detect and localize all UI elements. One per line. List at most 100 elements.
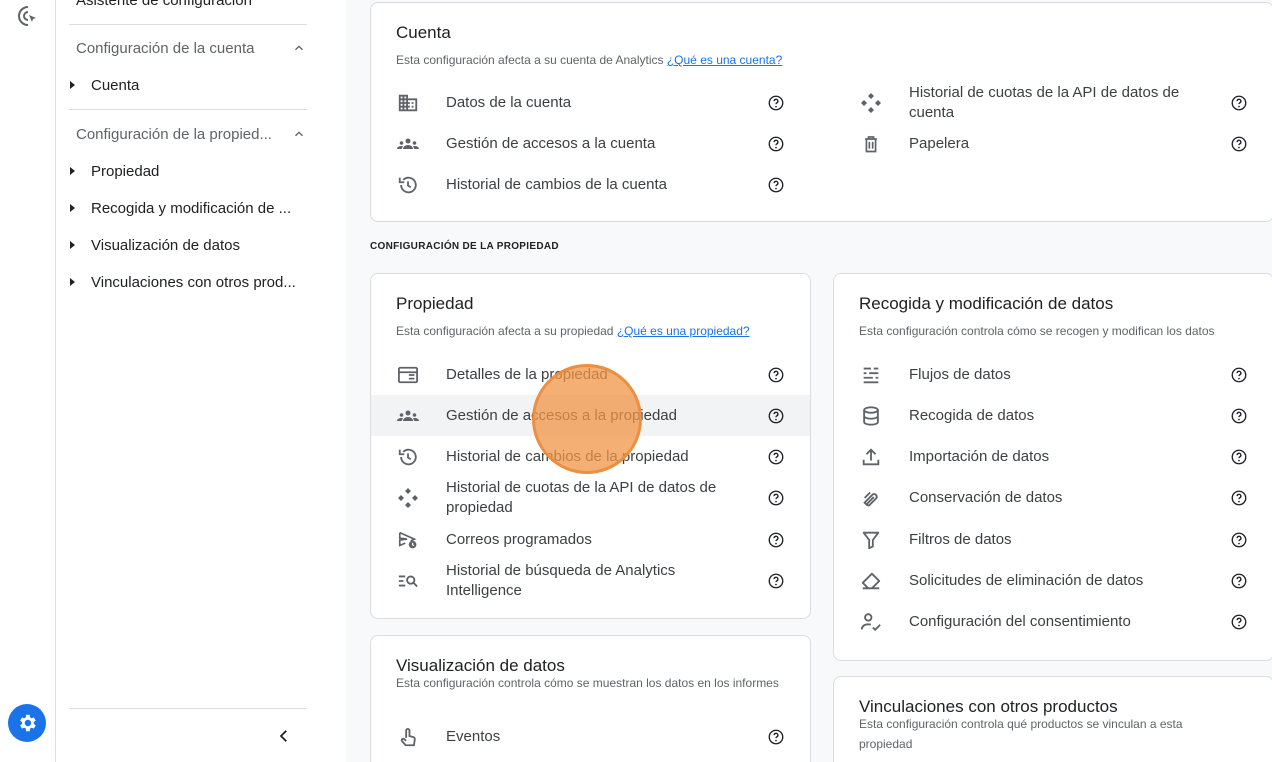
- history-icon: [396, 445, 420, 469]
- trash-icon: [859, 132, 883, 156]
- property-details-row[interactable]: Detalles de la propiedad: [371, 354, 810, 395]
- row-label: Historial de cuotas de la API de datos d…: [446, 479, 717, 516]
- row-label: Historial de cambios de la propiedad: [446, 448, 689, 465]
- sidebar-item-setup-assistant[interactable]: Asistente de configuración: [76, 0, 252, 9]
- database-icon: [859, 404, 883, 428]
- intelligence-search-history-row[interactable]: Historial de búsqueda de Analytics Intel…: [371, 560, 810, 601]
- caret-right-icon: [70, 204, 75, 212]
- data-deletion-requests-row[interactable]: Solicitudes de eliminación de datos: [834, 560, 1264, 601]
- sidebar-section-property[interactable]: Configuración de la propied...: [76, 124, 306, 144]
- help-circle-icon[interactable]: [767, 176, 785, 194]
- card-title: Cuenta: [396, 23, 451, 42]
- data-streams-row[interactable]: Flujos de datos: [834, 354, 1264, 395]
- row-label: Recogida de datos: [909, 407, 1035, 424]
- row-label: Historial de cuotas de la API de datos d…: [909, 84, 1180, 121]
- account-access-management-row[interactable]: Gestión de accesos a la cuenta: [371, 123, 801, 164]
- consent-settings-row[interactable]: Configuración del consentimiento: [834, 601, 1264, 642]
- chevron-left-icon[interactable]: [272, 724, 296, 748]
- divider: [69, 109, 307, 110]
- data-retention-row[interactable]: Conservación de datos: [834, 477, 1264, 518]
- data-streams-icon: [859, 363, 883, 387]
- help-circle-icon[interactable]: [767, 135, 785, 153]
- row-label: Conservación de datos: [909, 489, 1063, 506]
- retention-icon: [859, 486, 883, 510]
- account-change-history-row[interactable]: Historial de cambios de la cuenta: [371, 164, 801, 205]
- card-description: Esta configuración controla cómo se mues…: [396, 676, 779, 690]
- api-diamond-icon: [396, 486, 420, 510]
- help-circle-icon[interactable]: [1230, 572, 1248, 590]
- sidebar-item-product-links[interactable]: Vinculaciones con otros prod...: [68, 272, 338, 292]
- row-label: Eventos: [446, 728, 501, 745]
- card-description: Esta configuración controla cómo se reco…: [859, 324, 1215, 338]
- data-filters-row[interactable]: Filtros de datos: [834, 519, 1264, 560]
- sidebar-item-data-display[interactable]: Visualización de datos: [68, 235, 338, 255]
- building-icon: [396, 91, 420, 115]
- row-label: Configuración del consentimiento: [909, 613, 1131, 630]
- row-label: Importación de datos: [909, 448, 1050, 465]
- help-circle-icon[interactable]: [767, 489, 785, 507]
- row-label: Solicitudes de eliminación de datos: [909, 572, 1144, 589]
- filter-icon: [859, 528, 883, 552]
- data-import-row[interactable]: Importación de datos: [834, 436, 1264, 477]
- what-is-account-link[interactable]: ¿Qué es una cuenta?: [667, 53, 782, 67]
- chevron-up-icon: [295, 131, 303, 137]
- gear-icon[interactable]: [8, 704, 46, 742]
- row-label: Flujos de datos: [909, 366, 1011, 383]
- help-circle-icon[interactable]: [767, 572, 785, 590]
- analytics-logo-icon[interactable]: [16, 4, 40, 28]
- scheduled-send-icon: [396, 528, 420, 552]
- help-circle-icon[interactable]: [767, 366, 785, 384]
- sidebar-item-label: Propiedad: [91, 162, 160, 180]
- help-circle-icon[interactable]: [1230, 448, 1248, 466]
- help-circle-icon[interactable]: [1230, 613, 1248, 631]
- sidebar: Asistente de configuración Configuración…: [56, 0, 346, 762]
- help-circle-icon[interactable]: [767, 407, 785, 425]
- help-circle-icon[interactable]: [767, 728, 785, 746]
- scheduled-emails-row[interactable]: Correos programados: [371, 519, 810, 560]
- property-change-history-row[interactable]: Historial de cambios de la propiedad: [371, 436, 810, 477]
- what-is-property-link[interactable]: ¿Qué es una propiedad?: [617, 324, 750, 338]
- data-collection-row[interactable]: Recogida de datos: [834, 395, 1264, 436]
- sidebar-item-data-collection[interactable]: Recogida y modificación de ...: [68, 198, 338, 218]
- sidebar-section-label: Configuración de la cuenta: [76, 39, 255, 57]
- trash-row[interactable]: Papelera: [834, 123, 1264, 164]
- eraser-icon: [859, 569, 883, 593]
- account-details-row[interactable]: Datos de la cuenta: [371, 82, 801, 123]
- help-circle-icon[interactable]: [767, 531, 785, 549]
- property-api-quota-history-row[interactable]: Historial de cuotas de la API de datos d…: [371, 477, 810, 518]
- web-window-icon: [396, 363, 420, 387]
- help-circle-icon[interactable]: [1230, 407, 1248, 425]
- sidebar-section-account[interactable]: Configuración de la cuenta: [76, 38, 306, 58]
- person-check-icon: [859, 610, 883, 634]
- help-circle-icon[interactable]: [1230, 135, 1248, 153]
- sidebar-item-property[interactable]: Propiedad: [68, 161, 338, 181]
- sidebar-item-label: Visualización de datos: [91, 236, 240, 254]
- caret-right-icon: [70, 167, 75, 175]
- property-access-management-row[interactable]: Gestión de accesos a la propiedad: [371, 395, 810, 436]
- help-circle-icon[interactable]: [1230, 489, 1248, 507]
- row-label: Gestión de accesos a la cuenta: [446, 135, 656, 152]
- upload-icon: [859, 445, 883, 469]
- help-circle-icon[interactable]: [767, 448, 785, 466]
- row-label: Historial de búsqueda de Analytics Intel…: [446, 562, 676, 599]
- help-circle-icon[interactable]: [1230, 531, 1248, 549]
- row-label: Gestión de accesos a la propiedad: [446, 407, 677, 424]
- card-description: Esta configuración controla qué producto…: [859, 717, 1183, 751]
- events-row[interactable]: Eventos: [371, 716, 810, 757]
- api-diamond-icon: [859, 91, 883, 115]
- caret-right-icon: [70, 241, 75, 249]
- product-links-card: Vinculaciones con otros productos Esta c…: [833, 676, 1272, 762]
- row-label: Papelera: [909, 135, 970, 152]
- chevron-up-icon: [295, 45, 303, 51]
- row-label: Filtros de datos: [909, 531, 1012, 548]
- touch-icon: [396, 725, 420, 749]
- account-api-quota-history-row[interactable]: Historial de cuotas de la API de datos d…: [834, 82, 1264, 123]
- data-collection-card: Recogida y modificación de datos Esta co…: [833, 273, 1272, 661]
- help-circle-icon[interactable]: [1230, 366, 1248, 384]
- sidebar-item-account[interactable]: Cuenta: [68, 75, 338, 95]
- help-circle-icon[interactable]: [767, 94, 785, 112]
- people-icon: [396, 132, 420, 156]
- card-description: Esta configuración afecta a su propiedad…: [396, 324, 750, 338]
- help-circle-icon[interactable]: [1230, 94, 1248, 112]
- caret-right-icon: [70, 81, 75, 89]
